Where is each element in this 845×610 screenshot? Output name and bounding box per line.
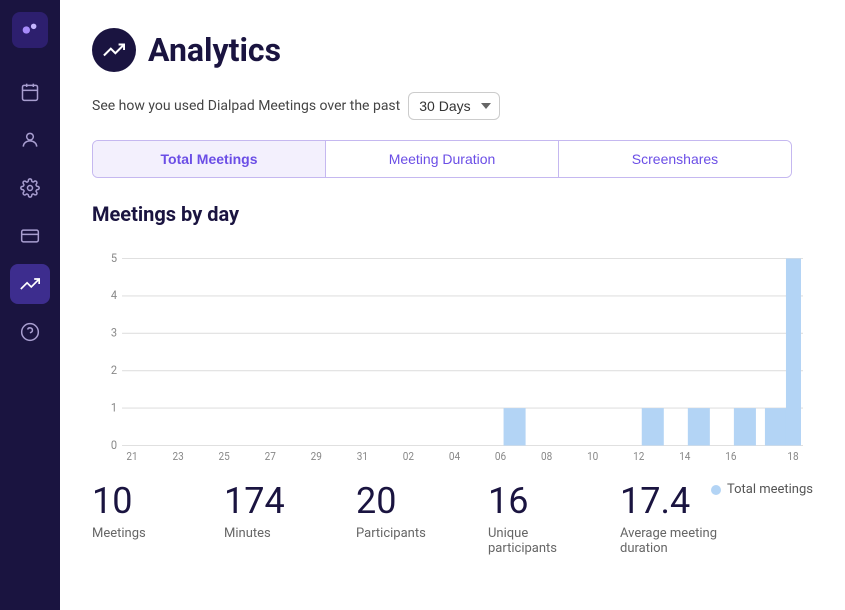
svg-text:0: 0 — [111, 437, 117, 452]
sidebar — [0, 0, 60, 610]
bar-12 — [642, 408, 664, 445]
svg-text:14: 14 — [679, 449, 690, 462]
svg-text:04: 04 — [449, 449, 460, 462]
stat-minutes: 174 Minutes — [224, 482, 324, 541]
svg-text:06: 06 — [495, 449, 506, 462]
stat-avg-duration: 17.4 Average meetingduration — [620, 482, 720, 556]
filter-bar: See how you used Dialpad Meetings over t… — [92, 92, 813, 120]
svg-text:1: 1 — [111, 400, 117, 415]
bar-18a — [765, 408, 787, 445]
tab-total-meetings[interactable]: Total Meetings — [93, 141, 326, 177]
filter-description: See how you used Dialpad Meetings over t… — [92, 98, 400, 114]
stats-row: 10 Meetings 174 Minutes 20 Participants … — [92, 482, 813, 556]
chart-legend: Total meetings — [711, 482, 813, 497]
page-header: Analytics — [92, 28, 813, 72]
stat-minutes-label: Minutes — [224, 526, 271, 541]
svg-text:31: 31 — [357, 449, 368, 462]
bar-16 — [734, 408, 756, 445]
svg-text:5: 5 — [111, 250, 118, 265]
svg-text:12: 12 — [633, 449, 644, 462]
stat-avg-value: 17.4 — [620, 482, 690, 522]
sidebar-item-help[interactable] — [10, 312, 50, 352]
stat-meetings-label: Meetings — [92, 526, 146, 541]
tab-meeting-duration[interactable]: Meeting Duration — [326, 141, 559, 177]
chart-container: 0 1 2 3 4 5 21 23 25 27 29 — [92, 242, 813, 462]
legend-dot — [711, 485, 721, 495]
stat-unique-participants: 16 Uniqueparticipants — [488, 482, 588, 556]
sidebar-item-calendar[interactable] — [10, 72, 50, 112]
sidebar-item-billing[interactable] — [10, 216, 50, 256]
period-select[interactable]: 7 Days 30 Days 90 Days — [408, 92, 500, 120]
page-title: Analytics — [148, 31, 281, 69]
stat-participants-value: 20 — [356, 482, 396, 522]
chart-section-title: Meetings by day — [92, 202, 813, 226]
bar-06 — [504, 408, 526, 445]
stat-meetings-value: 10 — [92, 482, 132, 522]
svg-text:02: 02 — [403, 449, 414, 462]
svg-text:16: 16 — [725, 449, 736, 462]
app-logo — [12, 12, 48, 48]
svg-text:21: 21 — [126, 449, 137, 462]
stat-minutes-value: 174 — [224, 482, 285, 522]
tab-screenshares[interactable]: Screenshares — [559, 141, 791, 177]
stat-meetings: 10 Meetings — [92, 482, 192, 541]
bar-14 — [688, 408, 710, 445]
svg-text:08: 08 — [541, 449, 552, 462]
stat-avg-label: Average meetingduration — [620, 526, 717, 556]
sidebar-item-contacts[interactable] — [10, 120, 50, 160]
stat-participants: 20 Participants — [356, 482, 456, 541]
stat-participants-label: Participants — [356, 526, 426, 541]
svg-text:18: 18 — [787, 449, 798, 462]
svg-text:25: 25 — [219, 449, 230, 462]
svg-text:10: 10 — [587, 449, 598, 462]
bar-chart: 0 1 2 3 4 5 21 23 25 27 29 — [92, 242, 813, 462]
main-content: Analytics See how you used Dialpad Meeti… — [60, 0, 845, 610]
legend-label: Total meetings — [727, 482, 813, 497]
svg-text:29: 29 — [311, 449, 322, 462]
stat-unique-value: 16 — [488, 482, 528, 522]
svg-text:27: 27 — [265, 449, 276, 462]
tabs-container: Total Meetings Meeting Duration Screensh… — [92, 140, 792, 178]
sidebar-item-analytics[interactable] — [10, 264, 50, 304]
analytics-header-icon — [92, 28, 136, 72]
svg-text:23: 23 — [172, 449, 183, 462]
sidebar-item-settings[interactable] — [10, 168, 50, 208]
bar-18b — [786, 259, 801, 446]
svg-text:3: 3 — [111, 325, 117, 340]
svg-text:2: 2 — [111, 362, 118, 377]
stat-unique-label: Uniqueparticipants — [488, 526, 557, 556]
svg-text:4: 4 — [111, 288, 118, 303]
